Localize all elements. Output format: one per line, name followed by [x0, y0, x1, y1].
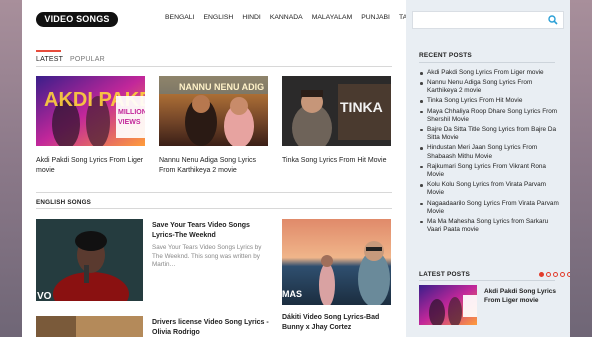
latest-post-title[interactable]: Akdi Pakdi Song Lyrics From Liger movie: [484, 288, 556, 305]
thumb-text: NANNU NENU ADIG: [179, 82, 264, 92]
page: VIDEO SONGS BENGALI ENGLISH HINDI KANNADA MA…: [22, 0, 570, 337]
english-thumb-2[interactable]: MAS: [282, 219, 391, 305]
recent-post-item[interactable]: Ma Ma Mahesha Song Lyrics from Sarkaru V…: [419, 218, 559, 235]
english-desc-1: Save Your Tears Video Songs Lyrics by Th…: [152, 244, 262, 268]
latest-thumb-3[interactable]: TINKA: [282, 76, 391, 146]
slider-dot[interactable]: [553, 272, 558, 277]
latest-title-3[interactable]: Tinka Song Lyrics From Hit Movie: [282, 156, 391, 166]
thumb-image-save-your-tears: VO: [36, 219, 143, 301]
slider-dot[interactable]: [560, 272, 565, 277]
svg-text:VIEWS: VIEWS: [118, 119, 141, 126]
english-thumb-3[interactable]: [36, 316, 143, 337]
slider-dot[interactable]: [567, 272, 570, 277]
sidebar: RECENT POSTS Akdi Pakdi Song Lyrics From…: [406, 0, 570, 337]
nav-item-kannada[interactable]: KANNADA: [270, 14, 303, 21]
english-title-3[interactable]: Drivers license Video Song Lyrics - Oliv…: [152, 318, 272, 337]
thumb-text: VO: [37, 291, 52, 301]
thumb-image-drivers-license: [36, 316, 143, 337]
search-input[interactable]: [412, 11, 564, 29]
tab-latest[interactable]: LATEST: [36, 56, 63, 63]
section-divider: [36, 192, 392, 193]
english-songs-heading: ENGLISH SONGS: [36, 199, 92, 206]
tabs-divider: [36, 66, 392, 67]
recent-post-item[interactable]: Tinka Song Lyrics From Hit Movie: [419, 97, 559, 105]
recent-post-item[interactable]: Maya Chhaliya Roop Dhare Song Lyrics Fro…: [419, 108, 559, 125]
search-icon[interactable]: [548, 15, 558, 25]
thumb-text: MAS: [282, 289, 302, 299]
english-title-2[interactable]: Dákiti Video Song Lyrics-Bad Bunny x Jha…: [282, 313, 394, 332]
recent-post-item[interactable]: Kolu Kolu Song Lyrics from Virata Parvam…: [419, 181, 559, 198]
slider-dots: [539, 272, 570, 277]
tab-popular[interactable]: POPULAR: [70, 56, 105, 63]
english-thumb-1[interactable]: VO: [36, 219, 143, 301]
recent-post-item[interactable]: Nagaadaarilo Song Lyrics From Virata Par…: [419, 200, 559, 217]
recent-posts-list: Akdi Pakdi Song Lyrics From Liger movie N…: [419, 69, 559, 236]
thumb-text: TINKA: [340, 99, 383, 115]
latest-post-thumb[interactable]: [419, 285, 477, 325]
latest-title-2[interactable]: Nannu Nenu Adiga Song Lyrics From Karthi…: [159, 156, 268, 175]
thumb-image-dakiti: MAS: [282, 219, 391, 305]
site-logo[interactable]: VIDEO SONGS: [36, 12, 118, 27]
latest-posts-heading: LATEST POSTS: [419, 271, 471, 278]
nav-item-punjabi[interactable]: PUNJABI: [361, 14, 390, 21]
recent-posts-heading: RECENT POSTS: [419, 52, 472, 59]
nav-item-english[interactable]: ENGLISH: [203, 14, 233, 21]
recent-post-item[interactable]: Bajre Da Sitta Title Song Lyrics from Ba…: [419, 126, 559, 143]
nav-item-bengali[interactable]: BENGALI: [165, 14, 194, 21]
nav-item-hindi[interactable]: HINDI: [242, 14, 261, 21]
tab-active-indicator: [36, 50, 61, 52]
recent-post-item[interactable]: Akdi Pakdi Song Lyrics From Liger movie: [419, 69, 559, 77]
thumb-image-tinka: TINKA: [282, 76, 391, 146]
thumb-image-nannu-nenu: NANNU NENU ADIG: [159, 76, 268, 146]
recent-post-item[interactable]: Rajkumari Song Lyrics From Vikrant Rona …: [419, 163, 559, 180]
recent-posts-rule: [419, 62, 555, 63]
logo-text: VIDEO SONGS: [44, 14, 110, 24]
thumb-image-akdi-pakdi-small: [419, 285, 477, 325]
slider-dot[interactable]: [539, 272, 544, 277]
section-heading-rule: [36, 208, 392, 209]
recent-post-item[interactable]: Hindustan Meri Jaan Song Lyrics From Sha…: [419, 144, 559, 161]
thumb-image-akdi-pakdi: AKDI PAKDI MILLION VIEWS: [36, 76, 145, 146]
nav-item-malayalam[interactable]: MALAYALAM: [312, 14, 353, 21]
latest-posts-rule: [419, 280, 555, 281]
latest-title-1[interactable]: Akdi Pakdi Song Lyrics From Liger movie: [36, 156, 145, 175]
svg-text:MILLION: MILLION: [118, 109, 145, 116]
latest-thumb-2[interactable]: NANNU NENU ADIG: [159, 76, 268, 146]
latest-thumb-1[interactable]: AKDI PAKDI MILLION VIEWS: [36, 76, 145, 146]
slider-dot[interactable]: [546, 272, 551, 277]
recent-post-item[interactable]: Nannu Nenu Adiga Song Lyrics From Karthi…: [419, 79, 559, 96]
english-title-1[interactable]: Save Your Tears Video Songs Lyrics-The W…: [152, 221, 272, 240]
